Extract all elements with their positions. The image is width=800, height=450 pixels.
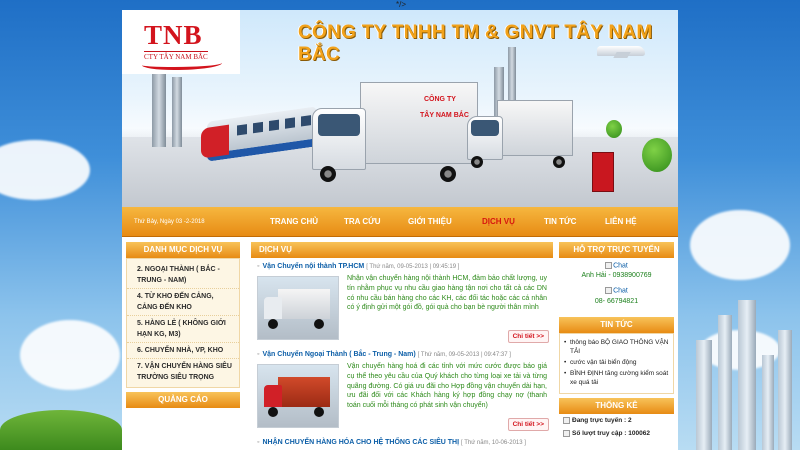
read-more-button[interactable]: Chi tiết >>	[507, 330, 549, 343]
left-sidebar: DANH MỤC DỊCH VỤ 2. NGOẠI THÀNH ( BẮC - …	[126, 242, 240, 408]
background-skyline	[678, 290, 800, 450]
news-link[interactable]: cước vận tải biển động	[564, 358, 671, 367]
visit-count: Số lượt truy cập : 100062	[559, 427, 674, 440]
online-count: Đang trực tuyến : 2	[559, 414, 674, 427]
category-link[interactable]: 2. NGOẠI THÀNH ( BẮC - TRUNG - NAM)	[127, 262, 239, 289]
header-banner: TNB CTY TÂY NAM BẮC CÔNG TY TNHH TM & GN…	[122, 10, 678, 207]
category-link[interactable]: 4. TỪ KHO ĐẾN CẢNG, CẢNG ĐẾN KHO	[127, 289, 239, 316]
post-date: [ Thứ năm, 09-05-2013 | 09:47:37 ]	[417, 352, 511, 358]
online-support-title: HỖ TRỢ TRỰC TUYẾN	[559, 242, 674, 258]
background-grass	[0, 410, 122, 450]
right-sidebar: HỖ TRỢ TRỰC TUYẾN Chat Anh Hải - 0938900…	[559, 242, 674, 440]
ads-title: QUẢNG CÁO	[126, 392, 240, 408]
user-online-icon	[563, 416, 570, 424]
background-cloud	[690, 210, 790, 280]
company-name: CÔNG TY TNHH TM & GNVT TÂY NAM BẮC	[298, 22, 653, 65]
background-cloud	[0, 140, 90, 200]
post-title-row: ◦ NHẬN CHUYỂN HÀNG HÓA CHO HỆ THỐNG CÁC S…	[251, 438, 553, 448]
tree-image	[606, 120, 622, 138]
post-excerpt: Nhận vận chuyển hàng nội thành HCM, đảm …	[347, 275, 547, 312]
logo-text: TNB	[144, 20, 203, 50]
nav-about[interactable]: GIỚI THIỆU	[408, 217, 452, 226]
service-post: ◦ Vận Chuyển nội thành TP.HCM [ Thứ năm, …	[251, 258, 553, 346]
truck-image	[467, 100, 577, 180]
truck-label: CÔNG TY	[424, 96, 456, 103]
visit-count-value: 100062	[628, 430, 650, 438]
current-date: Thứ Bảy, Ngày 03 -2-2018	[134, 219, 205, 225]
section-title: DỊCH VỤ	[251, 242, 553, 258]
stray-markup-text: */>	[396, 0, 407, 9]
service-categories-title: DANH MỤC DỊCH VỤ	[126, 242, 240, 258]
online-support-box: Chat Anh Hải - 0938900769 Chat 08- 66794…	[559, 258, 674, 317]
news-list: thông báo BỘ GIAO THÔNG VẬN TẢI cước vận…	[559, 332, 674, 394]
category-link[interactable]: 7. VẬN CHUYỂN HÀNG SIÊU TRƯỜNG SIÊU TRỌN…	[127, 359, 239, 385]
main-content: DỊCH VỤ ◦ Vận Chuyển nội thành TP.HCM [ T…	[251, 242, 553, 448]
chat-button[interactable]: Chat	[559, 262, 674, 269]
main-nav: Thứ Bảy, Ngày 03 -2-2018 TRANG CHỦ TRA C…	[122, 207, 678, 237]
statistics-title: THỐNG KÊ	[559, 397, 674, 414]
background-cloud	[20, 320, 120, 390]
logo[interactable]: TNB CTY TÂY NAM BẮC	[122, 10, 240, 74]
broken-image-icon	[605, 287, 613, 295]
post-title-row: ◦ Vận Chuyển nội thành TP.HCM [ Thứ năm, …	[251, 262, 553, 272]
post-thumbnail[interactable]	[257, 276, 339, 340]
service-post: ◦ Vận Chuyển Ngoại Thành ( Bắc - Trung - …	[251, 346, 553, 434]
support-contact: 08- 66794821	[594, 297, 639, 305]
logo-swoosh	[142, 58, 222, 70]
broken-image-icon	[605, 262, 613, 269]
post-excerpt: Vận chuyển hàng hoá đi các tỉnh với mức …	[347, 363, 547, 410]
news-title: TIN TỨC	[559, 316, 674, 333]
post-date: [ Thứ năm, 09-05-2013 | 09:45:19 ]	[366, 264, 460, 270]
truck-label: TÂY NAM BẮC	[420, 112, 469, 119]
visitor-icon	[563, 429, 570, 437]
nav-contact[interactable]: LIÊN HỆ	[605, 217, 637, 226]
category-link[interactable]: 6. CHUYỂN NHÀ, VP, KHO	[127, 343, 239, 359]
bullet-icon: ◦	[257, 263, 260, 270]
post-title-link[interactable]: NHẬN CHUYỂN HÀNG HÓA CHO HỆ THỐNG CÁC SI…	[262, 439, 459, 446]
post-date: [ Thứ năm, 10-06-2013 ]	[460, 440, 526, 446]
truck-image: CÔNG TY TÂY NAM BẮC	[312, 82, 482, 192]
bullet-icon: ◦	[257, 351, 260, 358]
nav-services[interactable]: DỊCH VỤ	[482, 217, 515, 226]
post-title-link[interactable]: Vận Chuyển Ngoại Thành ( Bắc - Trung - N…	[262, 351, 415, 358]
bullet-icon: ◦	[257, 439, 260, 446]
nav-lookup[interactable]: TRA CỨU	[344, 217, 381, 226]
service-category-list: 2. NGOẠI THÀNH ( BẮC - TRUNG - NAM) 4. T…	[126, 258, 240, 388]
news-link[interactable]: BÌNH ĐỊNH tăng cường kiểm soát xe quá tả…	[564, 369, 671, 387]
post-thumbnail[interactable]	[257, 364, 339, 428]
chat-button[interactable]: Chat	[559, 287, 674, 295]
service-post: ◦ NHẬN CHUYỂN HÀNG HÓA CHO HỆ THỐNG CÁC S…	[251, 434, 553, 448]
building	[172, 77, 182, 147]
nav-news[interactable]: TIN TỨC	[544, 217, 576, 226]
online-count-value: 2	[628, 416, 632, 424]
category-link[interactable]: 5. HÀNG LẺ ( KHÔNG GIỚI HẠN KG, M3)	[127, 316, 239, 343]
read-more-button[interactable]: Chi tiết >>	[507, 418, 549, 431]
tree-image	[642, 138, 672, 172]
post-title-row: ◦ Vận Chuyển Ngoại Thành ( Bắc - Trung - …	[251, 350, 553, 360]
page-container: TNB CTY TÂY NAM BẮC CÔNG TY TNHH TM & GN…	[122, 10, 678, 450]
airplane-image	[597, 46, 645, 56]
post-title-link[interactable]: Vận Chuyển nội thành TP.HCM	[262, 263, 364, 270]
support-contact: Anh Hải - 0938900769	[581, 272, 652, 280]
news-link[interactable]: thông báo BỘ GIAO THÔNG VẬN TẢI	[564, 338, 671, 356]
phone-booth-image	[592, 152, 614, 192]
nav-home[interactable]: TRANG CHỦ	[270, 217, 318, 226]
